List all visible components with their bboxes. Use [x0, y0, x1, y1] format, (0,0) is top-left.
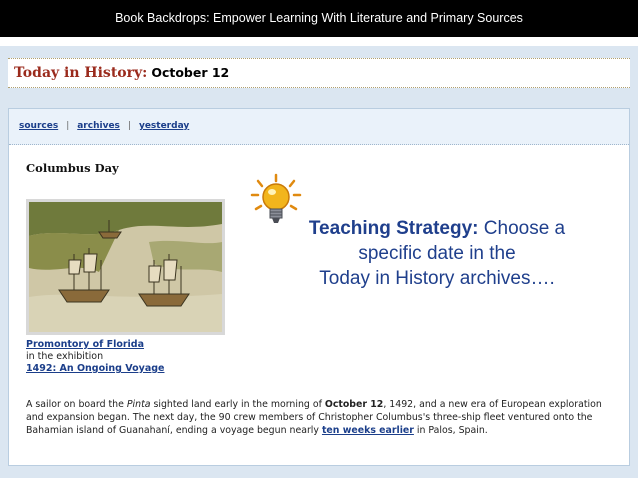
- article-nav: sources | archives | yesterday: [9, 109, 629, 145]
- exhibit-link[interactable]: 1492: An Ongoing Voyage: [26, 363, 164, 374]
- ten-weeks-link[interactable]: ten weeks earlier: [322, 425, 414, 436]
- today-in-history-bar: Today in History: October 12: [8, 58, 630, 88]
- para-text: sighted land early in the morning of: [150, 399, 325, 410]
- slide-title: Book Backdrops: Empower Learning With Li…: [115, 11, 523, 25]
- para-date: October 12: [324, 399, 384, 410]
- promontory-map-image[interactable]: [26, 199, 225, 335]
- nav-separator: |: [66, 121, 70, 131]
- nav-archives-link[interactable]: archives: [77, 121, 120, 131]
- para-text: A sailor on board the: [26, 399, 127, 410]
- promontory-link[interactable]: Promontory of Florida: [26, 339, 144, 350]
- image-caption: Promontory of Florida in the exhibition …: [26, 339, 164, 375]
- tih-date: October 12: [151, 65, 230, 80]
- teaching-strategy-text: Teaching Strategy: Choose a specific dat…: [288, 216, 586, 291]
- strategy-text: Today in History archives….: [319, 268, 555, 289]
- tih-label: Today in History:: [14, 65, 148, 81]
- nav-sources-link[interactable]: sources: [19, 121, 58, 131]
- strategy-label: Teaching Strategy:: [308, 218, 479, 239]
- header-stripe: [0, 37, 638, 46]
- slide-header: Book Backdrops: Empower Learning With Li…: [0, 0, 638, 37]
- today-in-history-title: Today in History: October 12: [14, 65, 229, 81]
- ship-name: Pinta: [126, 399, 151, 410]
- para-text: in Palos, Spain.: [413, 425, 488, 436]
- caption-text: in the exhibition: [26, 351, 104, 362]
- nav-separator: |: [127, 121, 131, 131]
- nav-yesterday-link[interactable]: yesterday: [139, 121, 189, 131]
- article-paragraph: A sailor on board the Pinta sighted land…: [26, 398, 616, 437]
- event-title: Columbus Day: [26, 161, 119, 175]
